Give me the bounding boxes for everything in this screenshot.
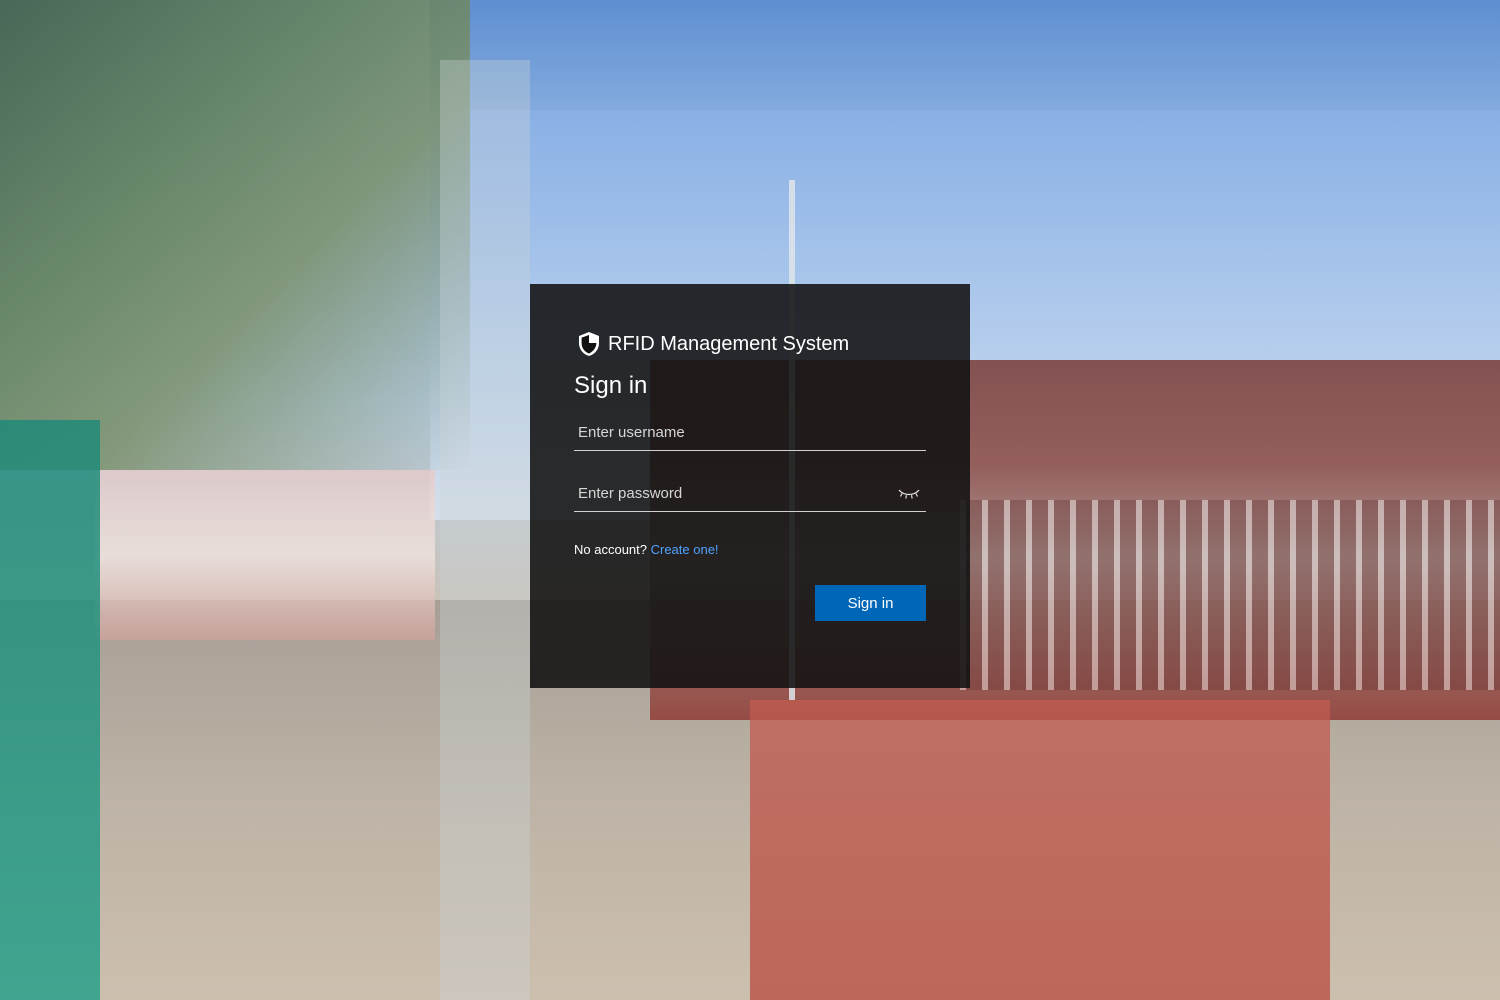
signin-heading: Sign in <box>574 372 648 399</box>
username-field <box>574 414 926 451</box>
bg-roof <box>0 0 470 470</box>
sign-in-button[interactable]: Sign in <box>815 585 926 621</box>
username-input[interactable] <box>574 414 926 450</box>
bg-wall <box>0 420 100 1000</box>
bg-bus-left <box>95 470 435 640</box>
actions-row: Sign in <box>574 585 926 621</box>
password-input[interactable] <box>574 475 926 511</box>
shield-icon <box>579 332 599 356</box>
app-title: RFID Management System <box>608 332 850 355</box>
no-account-row: No account? Create one! <box>574 542 926 557</box>
brand-header: RFID Management System <box>574 328 926 360</box>
eye-closed-icon[interactable] <box>898 487 920 501</box>
bg-canopy <box>430 0 1500 110</box>
bg-bus-front <box>750 700 1330 1000</box>
bg-bus-grille <box>960 500 1500 690</box>
password-field <box>574 475 926 512</box>
no-account-text: No account? <box>574 542 651 557</box>
bg-pillar <box>440 60 530 1000</box>
create-account-link[interactable]: Create one! <box>651 542 719 557</box>
signin-dialog: RFID Management System Sign in No accoun… <box>530 284 970 688</box>
